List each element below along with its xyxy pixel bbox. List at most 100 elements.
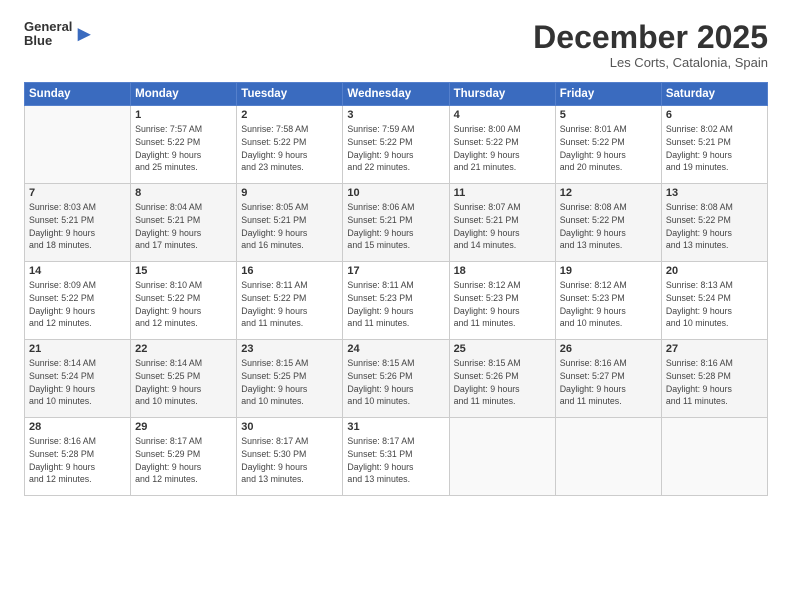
calendar-cell: 14 Sunrise: 8:09 AMSunset: 5:22 PMDayligh… bbox=[25, 262, 131, 340]
calendar-cell: 20 Sunrise: 8:13 AMSunset: 5:24 PMDayligh… bbox=[661, 262, 767, 340]
calendar-cell: 15 Sunrise: 8:10 AMSunset: 5:22 PMDayligh… bbox=[131, 262, 237, 340]
calendar-cell: 1 Sunrise: 7:57 AMSunset: 5:22 PMDaylight… bbox=[131, 106, 237, 184]
day-info: Sunrise: 8:07 AMSunset: 5:21 PMDaylight:… bbox=[454, 201, 551, 252]
day-number: 3 bbox=[347, 109, 444, 121]
calendar-cell: 2 Sunrise: 7:58 AMSunset: 5:22 PMDaylight… bbox=[237, 106, 343, 184]
day-info: Sunrise: 8:15 AMSunset: 5:26 PMDaylight:… bbox=[347, 357, 444, 408]
day-number: 10 bbox=[347, 187, 444, 199]
day-info: Sunrise: 8:14 AMSunset: 5:24 PMDaylight:… bbox=[29, 357, 126, 408]
calendar-cell: 24 Sunrise: 8:15 AMSunset: 5:26 PMDayligh… bbox=[343, 340, 449, 418]
day-number: 30 bbox=[241, 421, 338, 433]
day-info: Sunrise: 8:12 AMSunset: 5:23 PMDaylight:… bbox=[560, 279, 657, 330]
calendar-week-3: 14 Sunrise: 8:09 AMSunset: 5:22 PMDayligh… bbox=[25, 262, 768, 340]
weekday-header-friday: Friday bbox=[555, 83, 661, 106]
calendar-cell: 21 Sunrise: 8:14 AMSunset: 5:24 PMDayligh… bbox=[25, 340, 131, 418]
calendar-cell: 31Sunrise: 8:17 AMSunset: 5:31 PMDayligh… bbox=[343, 418, 449, 496]
logo: General Blue ► bbox=[24, 20, 95, 49]
day-number: 27 bbox=[666, 343, 763, 355]
day-number: 6 bbox=[666, 109, 763, 121]
calendar-cell: 19 Sunrise: 8:12 AMSunset: 5:23 PMDayligh… bbox=[555, 262, 661, 340]
page: General Blue ► December 2025 Les Corts, … bbox=[0, 0, 792, 612]
day-number: 15 bbox=[135, 265, 232, 277]
calendar-week-1: 1 Sunrise: 7:57 AMSunset: 5:22 PMDaylight… bbox=[25, 106, 768, 184]
calendar-cell: 27 Sunrise: 8:16 AMSunset: 5:28 PMDayligh… bbox=[661, 340, 767, 418]
day-info: Sunrise: 8:01 AMSunset: 5:22 PMDaylight:… bbox=[560, 123, 657, 174]
calendar-cell: 4 Sunrise: 8:00 AMSunset: 5:22 PMDaylight… bbox=[449, 106, 555, 184]
day-number: 14 bbox=[29, 265, 126, 277]
weekday-header-wednesday: Wednesday bbox=[343, 83, 449, 106]
day-number: 7 bbox=[29, 187, 126, 199]
calendar-cell: 8Sunrise: 8:04 AMSunset: 5:21 PMDaylight… bbox=[131, 184, 237, 262]
weekday-header-thursday: Thursday bbox=[449, 83, 555, 106]
calendar-cell: 5 Sunrise: 8:01 AMSunset: 5:22 PMDaylight… bbox=[555, 106, 661, 184]
day-number: 8 bbox=[135, 187, 232, 199]
calendar-cell: 10 Sunrise: 8:06 AMSunset: 5:21 PMDayligh… bbox=[343, 184, 449, 262]
day-number: 19 bbox=[560, 265, 657, 277]
day-info: Sunrise: 8:06 AMSunset: 5:21 PMDaylight:… bbox=[347, 201, 444, 252]
weekday-header-monday: Monday bbox=[131, 83, 237, 106]
day-info: Sunrise: 8:17 AMSunset: 5:31 PMDaylight:… bbox=[347, 435, 444, 486]
day-info: Sunrise: 8:16 AMSunset: 5:28 PMDaylight:… bbox=[666, 357, 763, 408]
day-info: Sunrise: 8:09 AMSunset: 5:22 PMDaylight:… bbox=[29, 279, 126, 330]
day-number: 29 bbox=[135, 421, 232, 433]
day-info: Sunrise: 8:11 AMSunset: 5:23 PMDaylight:… bbox=[347, 279, 444, 330]
day-number: 28 bbox=[29, 421, 126, 433]
calendar-cell: 12Sunrise: 8:08 AMSunset: 5:22 PMDayligh… bbox=[555, 184, 661, 262]
day-info: Sunrise: 8:13 AMSunset: 5:24 PMDaylight:… bbox=[666, 279, 763, 330]
header: General Blue ► December 2025 Les Corts, … bbox=[24, 20, 768, 70]
calendar-cell: 29Sunrise: 8:17 AMSunset: 5:29 PMDayligh… bbox=[131, 418, 237, 496]
calendar-cell: 11 Sunrise: 8:07 AMSunset: 5:21 PMDayligh… bbox=[449, 184, 555, 262]
calendar-cell: 30 Sunrise: 8:17 AMSunset: 5:30 PMDayligh… bbox=[237, 418, 343, 496]
month-title: December 2025 bbox=[533, 20, 768, 55]
title-area: December 2025 Les Corts, Catalonia, Spai… bbox=[533, 20, 768, 70]
day-number: 20 bbox=[666, 265, 763, 277]
day-number: 13 bbox=[666, 187, 763, 199]
logo-line1: General bbox=[24, 20, 72, 34]
day-info: Sunrise: 7:58 AMSunset: 5:22 PMDaylight:… bbox=[241, 123, 338, 174]
day-info: Sunrise: 8:11 AMSunset: 5:22 PMDaylight:… bbox=[241, 279, 338, 330]
calendar-table: SundayMondayTuesdayWednesdayThursdayFrid… bbox=[24, 82, 768, 496]
calendar-cell bbox=[25, 106, 131, 184]
day-number: 24 bbox=[347, 343, 444, 355]
day-number: 12 bbox=[560, 187, 657, 199]
day-info: Sunrise: 8:14 AMSunset: 5:25 PMDaylight:… bbox=[135, 357, 232, 408]
day-number: 26 bbox=[560, 343, 657, 355]
day-info: Sunrise: 8:00 AMSunset: 5:22 PMDaylight:… bbox=[454, 123, 551, 174]
calendar-cell: 26 Sunrise: 8:16 AMSunset: 5:27 PMDayligh… bbox=[555, 340, 661, 418]
weekday-header-row: SundayMondayTuesdayWednesdayThursdayFrid… bbox=[25, 83, 768, 106]
calendar-week-5: 28 Sunrise: 8:16 AMSunset: 5:28 PMDayligh… bbox=[25, 418, 768, 496]
day-info: Sunrise: 7:57 AMSunset: 5:22 PMDaylight:… bbox=[135, 123, 232, 174]
day-number: 16 bbox=[241, 265, 338, 277]
day-number: 17 bbox=[347, 265, 444, 277]
calendar-cell: 17 Sunrise: 8:11 AMSunset: 5:23 PMDayligh… bbox=[343, 262, 449, 340]
day-number: 18 bbox=[454, 265, 551, 277]
day-info: Sunrise: 8:16 AMSunset: 5:28 PMDaylight:… bbox=[29, 435, 126, 486]
weekday-header-tuesday: Tuesday bbox=[237, 83, 343, 106]
day-info: Sunrise: 8:15 AMSunset: 5:26 PMDaylight:… bbox=[454, 357, 551, 408]
day-info: Sunrise: 8:03 AMSunset: 5:21 PMDaylight:… bbox=[29, 201, 126, 252]
day-number: 1 bbox=[135, 109, 232, 121]
calendar-cell: 7 Sunrise: 8:03 AMSunset: 5:21 PMDaylight… bbox=[25, 184, 131, 262]
calendar-cell: 25Sunrise: 8:15 AMSunset: 5:26 PMDayligh… bbox=[449, 340, 555, 418]
day-number: 11 bbox=[454, 187, 551, 199]
day-info: Sunrise: 8:10 AMSunset: 5:22 PMDaylight:… bbox=[135, 279, 232, 330]
logo-text: General Blue bbox=[24, 20, 72, 49]
day-info: Sunrise: 8:15 AMSunset: 5:25 PMDaylight:… bbox=[241, 357, 338, 408]
day-info: Sunrise: 8:16 AMSunset: 5:27 PMDaylight:… bbox=[560, 357, 657, 408]
calendar-cell bbox=[449, 418, 555, 496]
day-number: 4 bbox=[454, 109, 551, 121]
day-number: 2 bbox=[241, 109, 338, 121]
day-info: Sunrise: 8:17 AMSunset: 5:30 PMDaylight:… bbox=[241, 435, 338, 486]
day-info: Sunrise: 8:12 AMSunset: 5:23 PMDaylight:… bbox=[454, 279, 551, 330]
day-info: Sunrise: 8:02 AMSunset: 5:21 PMDaylight:… bbox=[666, 123, 763, 174]
calendar-cell bbox=[661, 418, 767, 496]
day-number: 21 bbox=[29, 343, 126, 355]
calendar-cell: 22Sunrise: 8:14 AMSunset: 5:25 PMDayligh… bbox=[131, 340, 237, 418]
calendar-cell: 3Sunrise: 7:59 AMSunset: 5:22 PMDaylight… bbox=[343, 106, 449, 184]
day-number: 9 bbox=[241, 187, 338, 199]
logo-arrow-icon: ► bbox=[73, 21, 95, 47]
logo-line2: Blue bbox=[24, 34, 72, 48]
calendar-cell: 18 Sunrise: 8:12 AMSunset: 5:23 PMDayligh… bbox=[449, 262, 555, 340]
calendar-cell: 23Sunrise: 8:15 AMSunset: 5:25 PMDayligh… bbox=[237, 340, 343, 418]
day-number: 5 bbox=[560, 109, 657, 121]
